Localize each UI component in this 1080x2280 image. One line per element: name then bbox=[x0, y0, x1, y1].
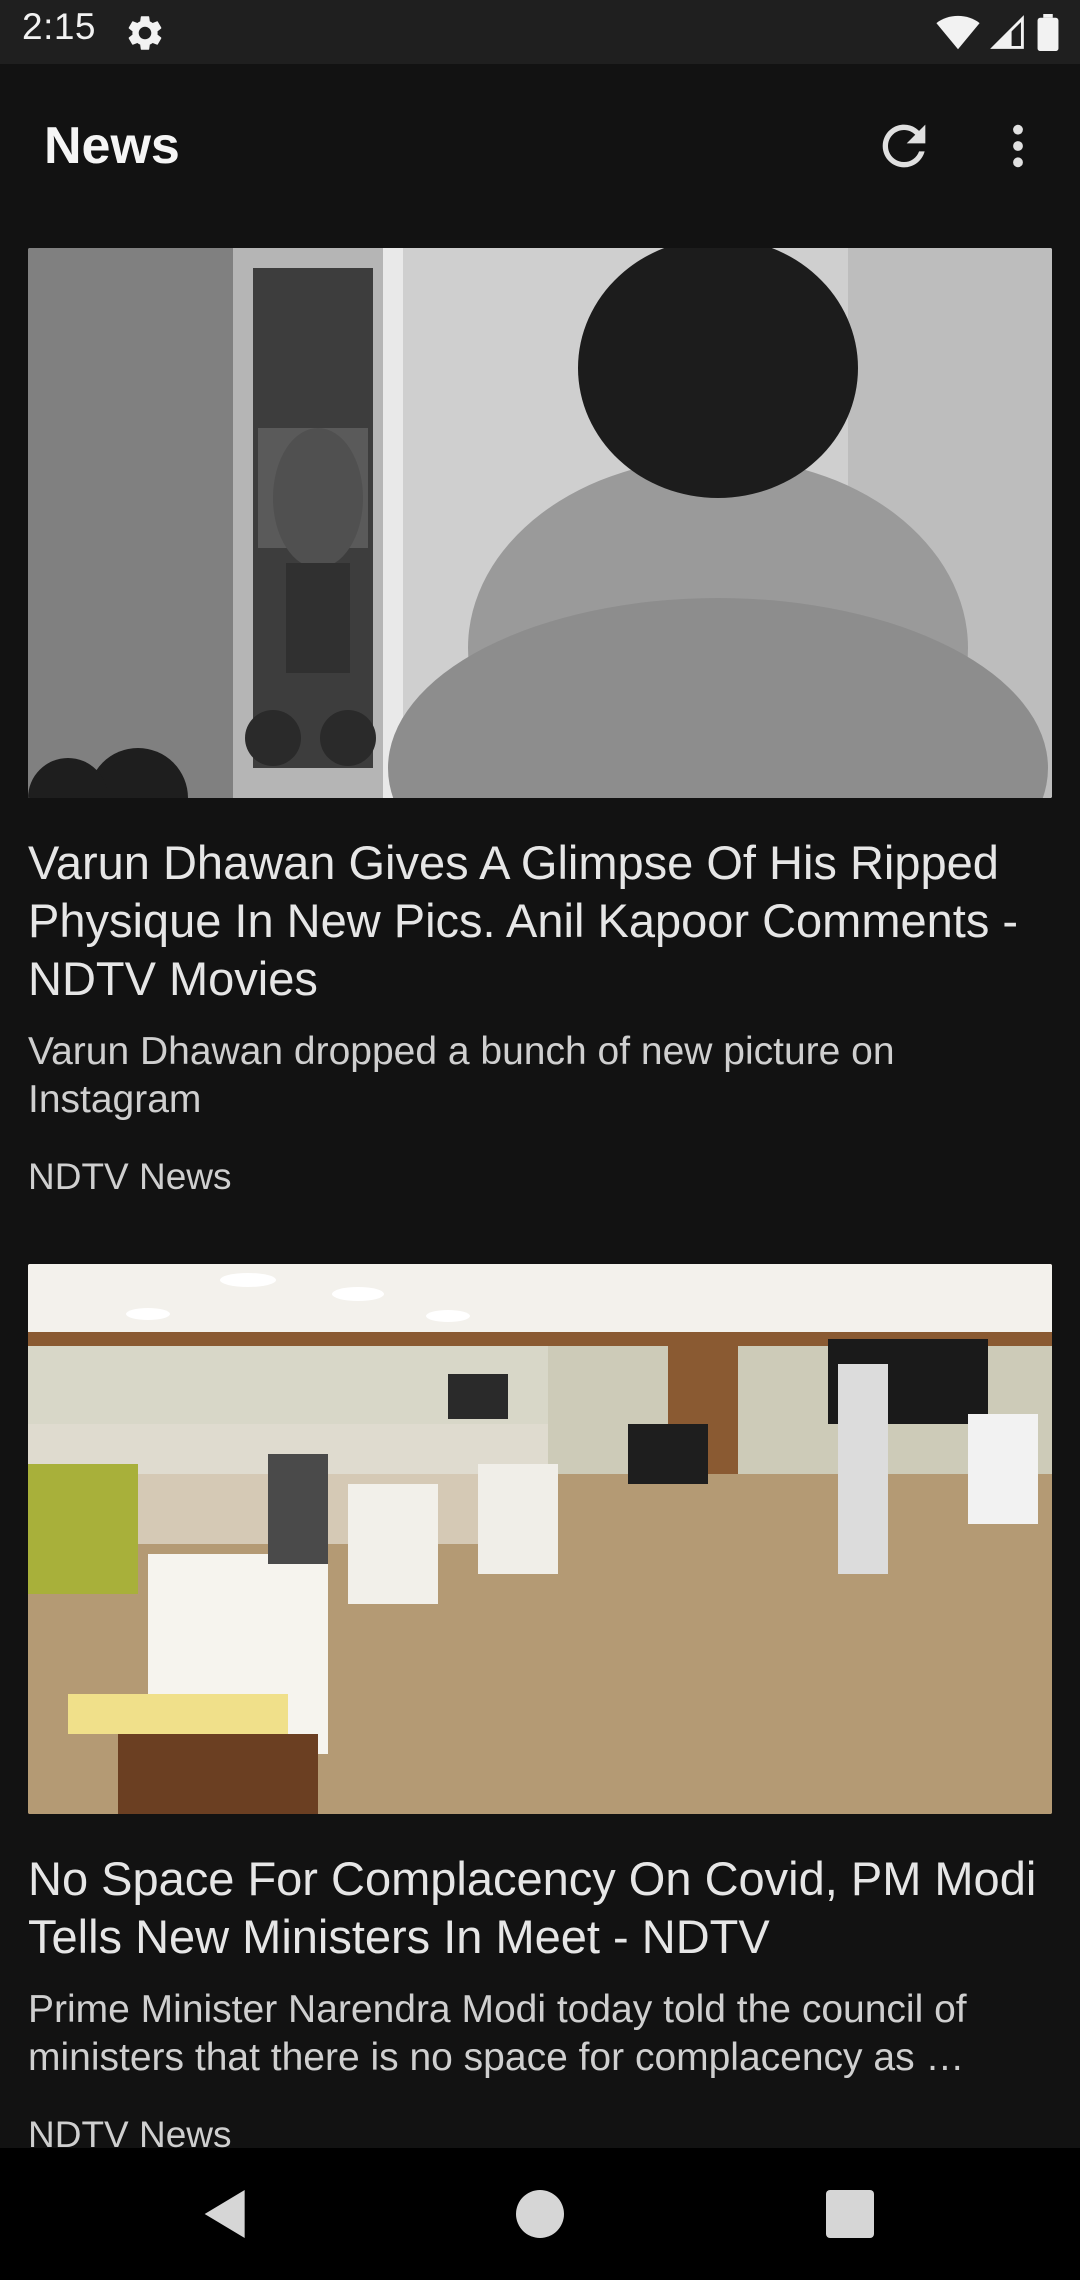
article-source: NDTV News bbox=[28, 1156, 232, 1197]
article-card[interactable]: No Space For Complacency On Covid, PM Mo… bbox=[28, 1264, 1052, 2148]
refresh-icon[interactable] bbox=[872, 114, 936, 178]
back-icon[interactable] bbox=[194, 2182, 258, 2246]
article-image[interactable] bbox=[28, 1264, 1052, 1814]
settings-gear-icon bbox=[128, 16, 162, 50]
article-source: NDTV News bbox=[28, 2114, 232, 2148]
status-time: 2:15 bbox=[22, 6, 97, 47]
navigation-bar bbox=[0, 2148, 1080, 2280]
article-photo-meeting bbox=[28, 1264, 1052, 1814]
home-icon[interactable] bbox=[508, 2182, 572, 2246]
app-bar: News bbox=[0, 64, 1080, 224]
article-title[interactable]: Varun Dhawan Gives A Glimpse Of His Ripp… bbox=[28, 834, 1052, 1008]
article-description: Prime Minister Narendra Modi today told … bbox=[28, 1988, 967, 2079]
article-description: Varun Dhawan dropped a bunch of new pict… bbox=[28, 1030, 895, 1121]
article-image[interactable] bbox=[28, 248, 1052, 798]
more-vert-icon[interactable] bbox=[990, 114, 1046, 178]
status-icons bbox=[936, 12, 1060, 54]
battery-icon bbox=[1037, 14, 1059, 52]
article-card[interactable]: Varun Dhawan Gives A Glimpse Of His Ripp… bbox=[28, 248, 1052, 1198]
page-title: News bbox=[44, 117, 180, 175]
signal-icon bbox=[990, 15, 1024, 49]
status-bar: 2:15 bbox=[0, 0, 1080, 64]
news-feed[interactable]: Varun Dhawan Gives A Glimpse Of His Ripp… bbox=[0, 224, 1080, 2148]
recents-icon[interactable] bbox=[818, 2182, 882, 2246]
article-photo-gym bbox=[28, 248, 1052, 798]
article-title[interactable]: No Space For Complacency On Covid, PM Mo… bbox=[28, 1850, 1052, 1966]
wifi-icon bbox=[936, 15, 980, 50]
